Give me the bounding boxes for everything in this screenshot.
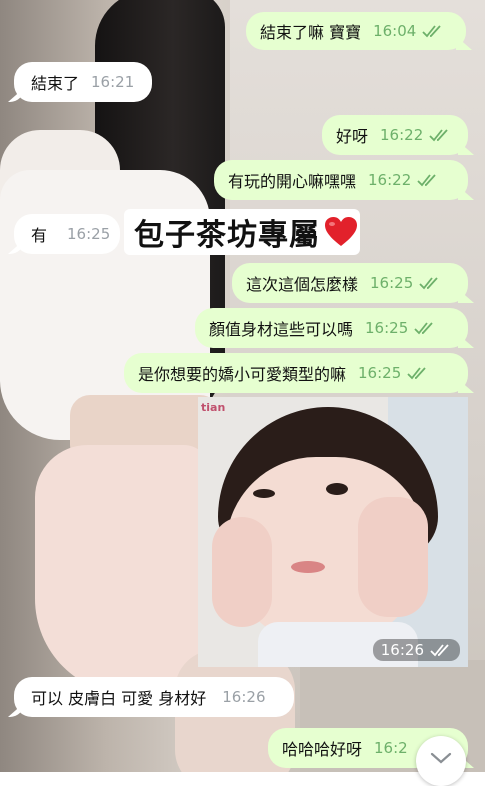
message-time: 16:21: [91, 73, 135, 91]
double-check-icon: [422, 24, 444, 38]
message-bubble-outgoing[interactable]: 這次這個怎麼樣 16:25: [232, 263, 468, 303]
message-bubble-outgoing[interactable]: 有玩的開心嘛嘿嘿 16:22: [214, 160, 468, 200]
message-time: 16:25: [358, 364, 402, 382]
message-bubble-outgoing[interactable]: 是你想要的嬌小可愛類型的嘛 16:25: [124, 353, 468, 393]
message-bubble-outgoing[interactable]: 好呀 16:22: [322, 115, 468, 155]
double-check-icon: [417, 173, 439, 187]
message-time: 16:25: [365, 319, 409, 337]
message-text: 顏值身材這些可以嗎: [209, 320, 354, 339]
message-bubble-incoming[interactable]: 有 16:25: [14, 214, 120, 254]
double-check-icon: [429, 128, 451, 142]
double-check-icon: [407, 366, 429, 380]
message-text: 結束了: [31, 74, 80, 93]
photo-watermark: tian: [201, 401, 226, 414]
message-time: 16:22: [380, 126, 424, 144]
message-time: 16:25: [67, 225, 111, 243]
sticker-text: 包子茶坊專屬: [134, 218, 320, 253]
photo-timestamp: 16:26: [372, 639, 460, 661]
photo-message[interactable]: tian 16:26: [198, 397, 468, 667]
scroll-to-bottom-button[interactable]: [416, 736, 466, 786]
message-time: 16:04: [373, 22, 417, 40]
message-bubble-incoming[interactable]: 結束了 16:21: [14, 62, 152, 102]
message-text: 有: [31, 226, 48, 245]
double-check-icon: [414, 321, 436, 335]
message-time: 16:2: [374, 739, 408, 757]
message-time: 16:26: [380, 641, 424, 659]
message-time: 16:22: [368, 171, 412, 189]
sticker-message[interactable]: 包子茶坊專屬: [124, 209, 360, 255]
message-text: 這次這個怎麼樣: [246, 275, 359, 294]
message-time: 16:26: [222, 688, 266, 706]
message-time: 16:25: [370, 274, 414, 292]
message-text: 好呀: [336, 127, 369, 146]
message-text: 可以 皮膚白 可愛 身材好: [31, 689, 207, 708]
message-bubble-outgoing[interactable]: 顏值身材這些可以嗎 16:25: [195, 308, 468, 348]
message-bubble-outgoing[interactable]: 結束了嘛 寶寶 16:04: [246, 12, 466, 50]
message-text: 有玩的開心嘛嘿嘿: [228, 172, 357, 191]
message-text: 結束了嘛 寶寶: [260, 23, 362, 42]
double-check-icon: [419, 276, 441, 290]
red-heart-icon: [325, 217, 357, 246]
message-text: 是你想要的嬌小可愛類型的嘛: [138, 365, 347, 384]
double-check-icon: [430, 643, 452, 657]
chevron-down-icon: [430, 752, 452, 764]
message-text: 哈哈哈好呀: [282, 740, 363, 759]
message-bubble-incoming[interactable]: 可以 皮膚白 可愛 身材好 16:26: [14, 677, 294, 717]
